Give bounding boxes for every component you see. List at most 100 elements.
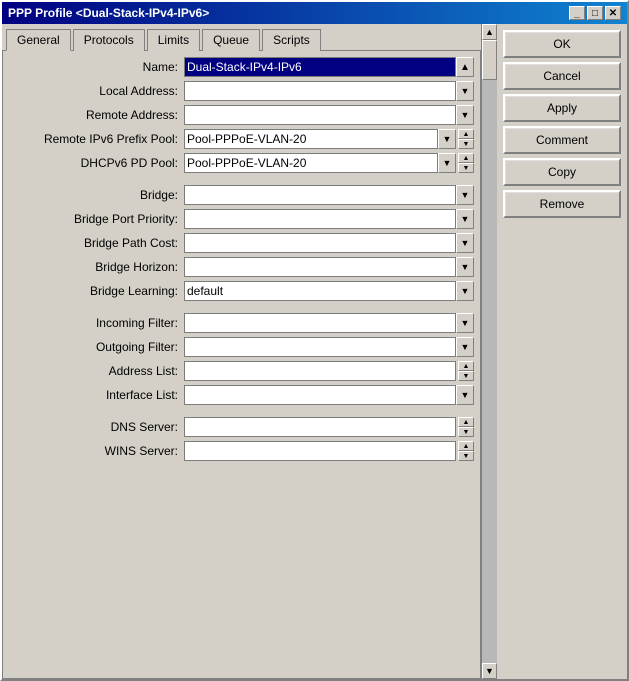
address-list-down[interactable]: ▼ [458, 371, 474, 381]
remote-ipv6-pool-dropdown[interactable]: ▼ [438, 129, 456, 149]
incoming-filter-input[interactable] [184, 313, 456, 333]
field-interface-list: Interface List: ▼ [9, 385, 474, 405]
field-remote-ipv6-pool: Remote IPv6 Prefix Pool: ▼ ▲ ▼ [9, 129, 474, 149]
dns-server-group: ▲ ▼ [184, 417, 474, 437]
tab-limits[interactable]: Limits [147, 29, 200, 51]
scroll-up-btn[interactable]: ▲ [482, 24, 497, 40]
dns-server-down[interactable]: ▼ [458, 427, 474, 437]
window-title: PPP Profile <Dual-Stack-IPv4-IPv6> [8, 6, 209, 20]
tab-queue[interactable]: Queue [202, 29, 260, 51]
field-bridge-learning: Bridge Learning: ▼ [9, 281, 474, 301]
local-address-input[interactable] [184, 81, 456, 101]
field-remote-address: Remote Address: ▼ [9, 105, 474, 125]
scroll-track [482, 40, 497, 663]
minimize-button[interactable]: _ [569, 6, 585, 20]
address-list-updown: ▲ ▼ [458, 361, 474, 381]
title-bar-buttons: _ □ ✕ [569, 6, 621, 20]
wins-server-updown: ▲ ▼ [458, 441, 474, 461]
local-address-dropdown[interactable]: ▼ [456, 81, 474, 101]
incoming-filter-group: ▼ [184, 313, 474, 333]
remote-ipv6-pool-up[interactable]: ▲ [458, 129, 474, 139]
outgoing-filter-input[interactable] [184, 337, 456, 357]
outgoing-filter-dropdown[interactable]: ▼ [456, 337, 474, 357]
name-input-group: ▲ [184, 57, 474, 77]
dns-server-input[interactable] [184, 417, 456, 437]
label-incoming-filter: Incoming Filter: [9, 316, 184, 330]
address-list-group: ▲ ▼ [184, 361, 474, 381]
label-wins-server: WINS Server: [9, 444, 184, 458]
cancel-button[interactable]: Cancel [503, 62, 621, 90]
outgoing-filter-group: ▼ [184, 337, 474, 357]
label-bridge-learning: Bridge Learning: [9, 284, 184, 298]
main-window: PPP Profile <Dual-Stack-IPv4-IPv6> _ □ ✕… [0, 0, 629, 681]
bridge-port-priority-dropdown[interactable]: ▼ [456, 209, 474, 229]
bridge-learning-group: ▼ [184, 281, 474, 301]
label-name: Name: [9, 60, 184, 74]
bridge-port-priority-input[interactable] [184, 209, 456, 229]
maximize-button[interactable]: □ [587, 6, 603, 20]
remove-button[interactable]: Remove [503, 190, 621, 218]
dhcpv6-pd-pool-updown: ▲ ▼ [458, 153, 474, 173]
label-bridge-port-priority: Bridge Port Priority: [9, 212, 184, 226]
name-input[interactable] [184, 57, 456, 77]
address-list-input[interactable] [184, 361, 456, 381]
scroll-down-btn[interactable]: ▼ [482, 663, 497, 679]
label-outgoing-filter: Outgoing Filter: [9, 340, 184, 354]
remote-address-input[interactable] [184, 105, 456, 125]
tab-scripts[interactable]: Scripts [262, 29, 321, 51]
bridge-input-group: ▼ [184, 185, 474, 205]
comment-button[interactable]: Comment [503, 126, 621, 154]
label-remote-address: Remote Address: [9, 108, 184, 122]
bridge-horizon-dropdown[interactable]: ▼ [456, 257, 474, 277]
bridge-horizon-group: ▼ [184, 257, 474, 277]
remote-ipv6-pool-input[interactable] [184, 129, 438, 149]
wins-server-down[interactable]: ▼ [458, 451, 474, 461]
bridge-learning-input[interactable] [184, 281, 456, 301]
label-bridge: Bridge: [9, 188, 184, 202]
copy-button[interactable]: Copy [503, 158, 621, 186]
dhcpv6-pd-pool-up[interactable]: ▲ [458, 153, 474, 163]
bridge-input[interactable] [184, 185, 456, 205]
ok-button[interactable]: OK [503, 30, 621, 58]
field-outgoing-filter: Outgoing Filter: ▼ [9, 337, 474, 357]
scrollbar: ▲ ▼ [481, 24, 497, 679]
dns-server-up[interactable]: ▲ [458, 417, 474, 427]
title-bar: PPP Profile <Dual-Stack-IPv4-IPv6> _ □ ✕ [2, 2, 627, 24]
tab-general[interactable]: General [6, 29, 71, 51]
bridge-path-cost-input[interactable] [184, 233, 456, 253]
label-local-address: Local Address: [9, 84, 184, 98]
content-area: General Protocols Limits Queue Scripts N… [2, 24, 627, 679]
close-button[interactable]: ✕ [605, 6, 621, 20]
dhcpv6-pd-pool-down[interactable]: ▼ [458, 163, 474, 173]
interface-list-dropdown[interactable]: ▼ [456, 385, 474, 405]
bridge-path-cost-dropdown[interactable]: ▼ [456, 233, 474, 253]
scroll-thumb[interactable] [482, 40, 497, 80]
field-local-address: Local Address: ▼ [9, 81, 474, 101]
label-bridge-path-cost: Bridge Path Cost: [9, 236, 184, 250]
wins-server-up[interactable]: ▲ [458, 441, 474, 451]
label-remote-ipv6-pool: Remote IPv6 Prefix Pool: [9, 132, 184, 146]
remote-address-dropdown[interactable]: ▼ [456, 105, 474, 125]
remote-ipv6-pool-down[interactable]: ▼ [458, 139, 474, 149]
dhcpv6-pd-pool-dropdown[interactable]: ▼ [438, 153, 456, 173]
remote-ipv6-pool-group: ▼ ▲ ▼ [184, 129, 474, 149]
field-name: Name: ▲ [9, 57, 474, 77]
dhcpv6-pd-pool-input[interactable] [184, 153, 438, 173]
bridge-learning-dropdown[interactable]: ▼ [456, 281, 474, 301]
remote-address-input-group: ▼ [184, 105, 474, 125]
wins-server-group: ▲ ▼ [184, 441, 474, 461]
incoming-filter-dropdown[interactable]: ▼ [456, 313, 474, 333]
interface-list-input[interactable] [184, 385, 456, 405]
remote-ipv6-pool-updown: ▲ ▼ [458, 129, 474, 149]
name-scroll-up[interactable]: ▲ [456, 57, 474, 77]
wins-server-input[interactable] [184, 441, 456, 461]
action-panel: OK Cancel Apply Comment Copy Remove [497, 24, 627, 679]
field-address-list: Address List: ▲ ▼ [9, 361, 474, 381]
label-dhcpv6-pd-pool: DHCPv6 PD Pool: [9, 156, 184, 170]
apply-button[interactable]: Apply [503, 94, 621, 122]
bridge-dropdown[interactable]: ▼ [456, 185, 474, 205]
dns-server-updown: ▲ ▼ [458, 417, 474, 437]
bridge-horizon-input[interactable] [184, 257, 456, 277]
tab-protocols[interactable]: Protocols [73, 29, 145, 51]
address-list-up[interactable]: ▲ [458, 361, 474, 371]
